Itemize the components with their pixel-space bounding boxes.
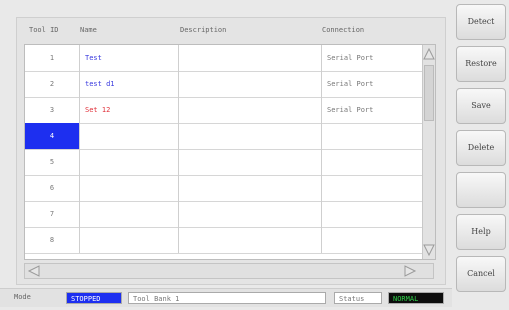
- table-row[interactable]: 3 Set 12 Serial Port: [25, 97, 423, 124]
- tool-grid: 1 Test Serial Port 2 test d1 Serial Port 3 Set …: [24, 44, 436, 260]
- tool-id-cell[interactable]: 6: [25, 175, 80, 201]
- table-row[interactable]: 8: [25, 227, 423, 254]
- mode-label: Mode: [14, 293, 31, 301]
- connection-cell[interactable]: Serial Port: [322, 71, 423, 97]
- header-name: Name: [80, 26, 97, 34]
- description-cell[interactable]: [180, 175, 322, 201]
- connection-cell[interactable]: [322, 123, 423, 149]
- status-label: Status: [334, 292, 382, 304]
- header-description: Description: [180, 26, 227, 34]
- connection-cell[interactable]: Serial Port: [322, 45, 423, 71]
- description-cell[interactable]: [180, 97, 322, 123]
- restore-button[interactable]: Restore: [456, 46, 506, 82]
- description-cell[interactable]: [180, 149, 322, 175]
- name-cell[interactable]: [80, 201, 179, 227]
- description-cell[interactable]: [180, 123, 322, 149]
- name-cell[interactable]: [80, 175, 179, 201]
- connection-cell[interactable]: [322, 201, 423, 227]
- cancel-button[interactable]: Cancel: [456, 256, 506, 292]
- name-cell[interactable]: [80, 123, 179, 149]
- table-row[interactable]: 1 Test Serial Port: [25, 45, 423, 72]
- tool-table-panel: Tool ID Name Description Connection 1 Tes…: [16, 17, 446, 285]
- vertical-scrollbar[interactable]: [422, 45, 435, 259]
- header-tool-id: Tool ID: [29, 26, 59, 34]
- description-cell[interactable]: [180, 45, 322, 71]
- description-cell[interactable]: [180, 227, 322, 253]
- description-cell[interactable]: [180, 71, 322, 97]
- delete-button[interactable]: Delete: [456, 130, 506, 166]
- scroll-up-icon[interactable]: [423, 47, 435, 61]
- connection-cell[interactable]: [322, 175, 423, 201]
- help-button[interactable]: Help: [456, 214, 506, 250]
- tool-manager-window: Tool ID Name Description Connection 1 Tes…: [0, 0, 509, 310]
- header-connection: Connection: [322, 26, 365, 34]
- save-button[interactable]: Save: [456, 88, 506, 124]
- status-bar: Mode STOPPED Tool Bank 1 Status NORMAL: [0, 288, 452, 307]
- table-row[interactable]: 4: [25, 123, 423, 150]
- tool-id-cell[interactable]: 2: [25, 71, 80, 97]
- connection-cell[interactable]: Serial Port: [322, 97, 423, 123]
- tool-id-cell[interactable]: 5: [25, 149, 80, 175]
- tool-bank-field: Tool Bank 1: [128, 292, 326, 304]
- scroll-right-icon[interactable]: [403, 265, 417, 277]
- detect-button[interactable]: Detect: [456, 4, 506, 40]
- action-button-column: Detect Restore Save Delete Help Cancel: [452, 2, 509, 308]
- connection-cell[interactable]: [322, 149, 423, 175]
- tool-id-cell[interactable]: 3: [25, 97, 80, 123]
- tool-id-cell[interactable]: 7: [25, 201, 80, 227]
- name-cell[interactable]: [80, 149, 179, 175]
- tool-id-cell[interactable]: 4: [25, 123, 80, 149]
- name-cell[interactable]: Test: [80, 45, 179, 71]
- description-cell[interactable]: [180, 201, 322, 227]
- connection-cell[interactable]: [322, 227, 423, 253]
- scroll-thumb[interactable]: [424, 65, 434, 121]
- table-row[interactable]: 5: [25, 149, 423, 176]
- tool-id-cell[interactable]: 8: [25, 227, 80, 253]
- table-row[interactable]: 7: [25, 201, 423, 228]
- blank-button[interactable]: [456, 172, 506, 208]
- name-cell[interactable]: test d1: [80, 71, 179, 97]
- mode-value: STOPPED: [66, 292, 122, 304]
- tool-id-cell[interactable]: 1: [25, 45, 80, 71]
- name-cell[interactable]: Set 12: [80, 97, 179, 123]
- horizontal-scrollbar[interactable]: [24, 263, 434, 279]
- name-cell[interactable]: [80, 227, 179, 253]
- scroll-left-icon[interactable]: [27, 265, 41, 277]
- scroll-down-icon[interactable]: [423, 243, 435, 257]
- table-row[interactable]: 6: [25, 175, 423, 202]
- table-header: Tool ID Name Description Connection: [17, 18, 445, 40]
- status-value: NORMAL: [388, 292, 444, 304]
- table-row[interactable]: 2 test d1 Serial Port: [25, 71, 423, 98]
